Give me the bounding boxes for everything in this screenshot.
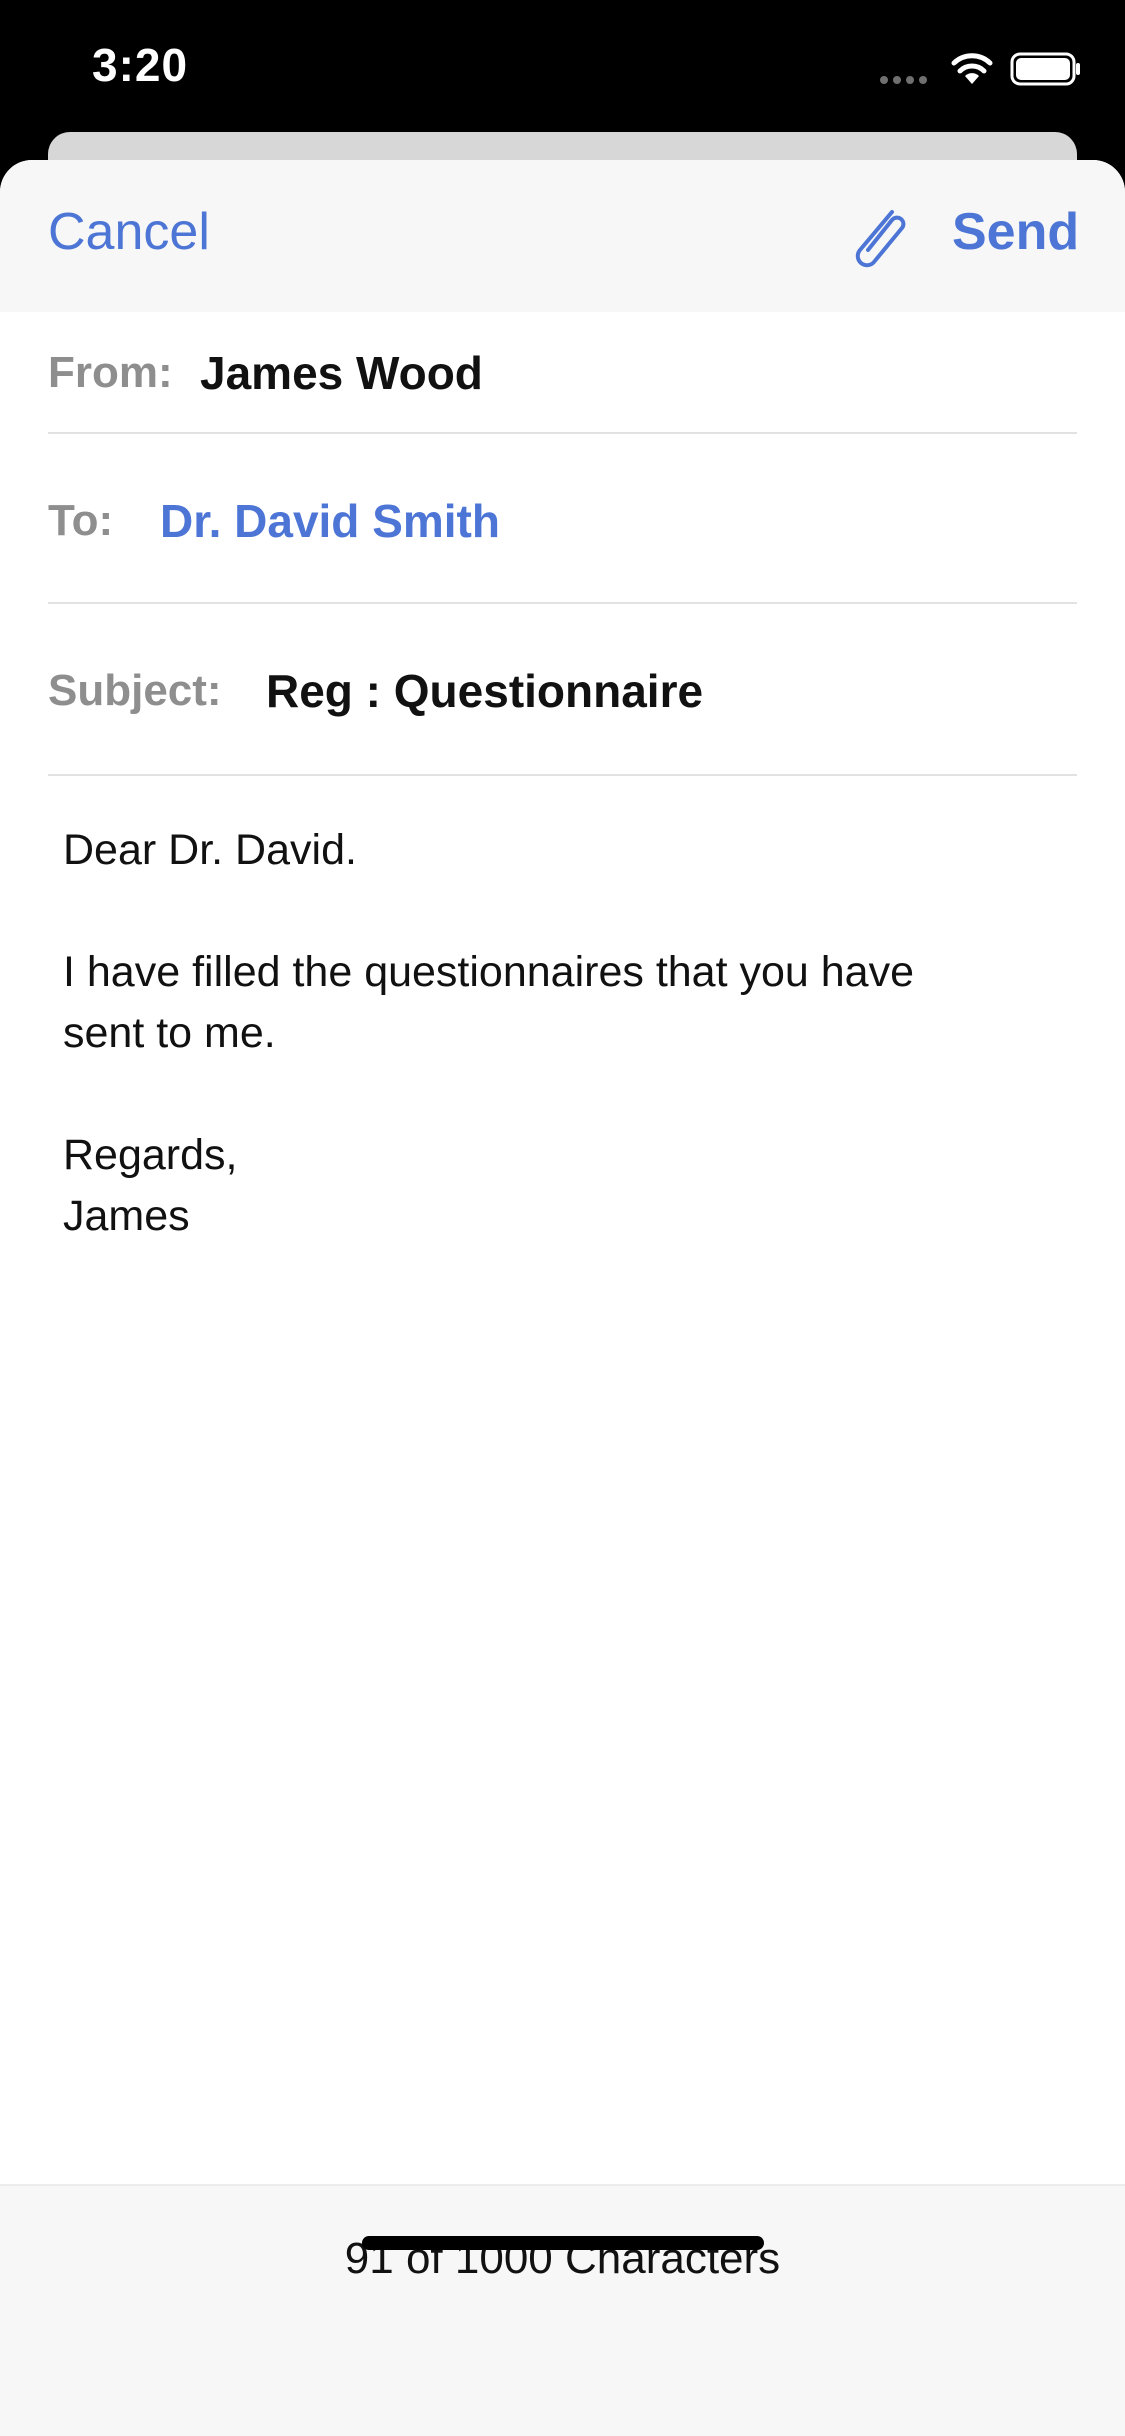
subject-input[interactable]: Reg : Questionnaire [266, 664, 703, 718]
navigation-bar: Cancel Send [0, 160, 1125, 312]
home-indicator[interactable] [362, 2236, 764, 2250]
from-value: James Wood [200, 347, 483, 399]
body-line: James [63, 1192, 190, 1240]
body-line: I have filled the questionnaires that yo… [63, 948, 915, 996]
to-label: To: [48, 496, 114, 545]
body-line: Regards, [63, 1131, 238, 1179]
status-time: 3:20 [92, 39, 189, 91]
send-button[interactable]: Send [952, 202, 1079, 262]
wifi-icon [951, 53, 993, 84]
from-field: From: James Wood [48, 312, 1077, 434]
message-body-editor[interactable]: Dear Dr. David. I have filled the questi… [63, 820, 1043, 1247]
subject-field[interactable]: Subject: Reg : Questionnaire [48, 604, 1077, 776]
subject-label: Subject: [48, 666, 222, 715]
recipient-chip[interactable]: Dr. David Smith [160, 494, 500, 548]
cellular-signal-icon [880, 76, 927, 84]
compose-sheet: Cancel Send From: James Wood To: Dr. Dav… [0, 160, 1125, 2436]
from-label: From: [48, 348, 173, 397]
cancel-button[interactable]: Cancel [48, 202, 210, 262]
body-line: Dear Dr. David. [63, 826, 357, 874]
to-field[interactable]: To: Dr. David Smith [48, 434, 1077, 604]
body-line: sent to me. [63, 1009, 276, 1057]
battery-icon [1010, 52, 1080, 86]
character-counter-bar: 91 of 1000 Characters [0, 2184, 1125, 2436]
status-bar: 3:20 [0, 0, 1125, 132]
paperclip-icon[interactable] [846, 202, 912, 274]
mail-compose-screen: 3:20 Cancel Send From: James Wood To: Dr… [0, 0, 1125, 2436]
